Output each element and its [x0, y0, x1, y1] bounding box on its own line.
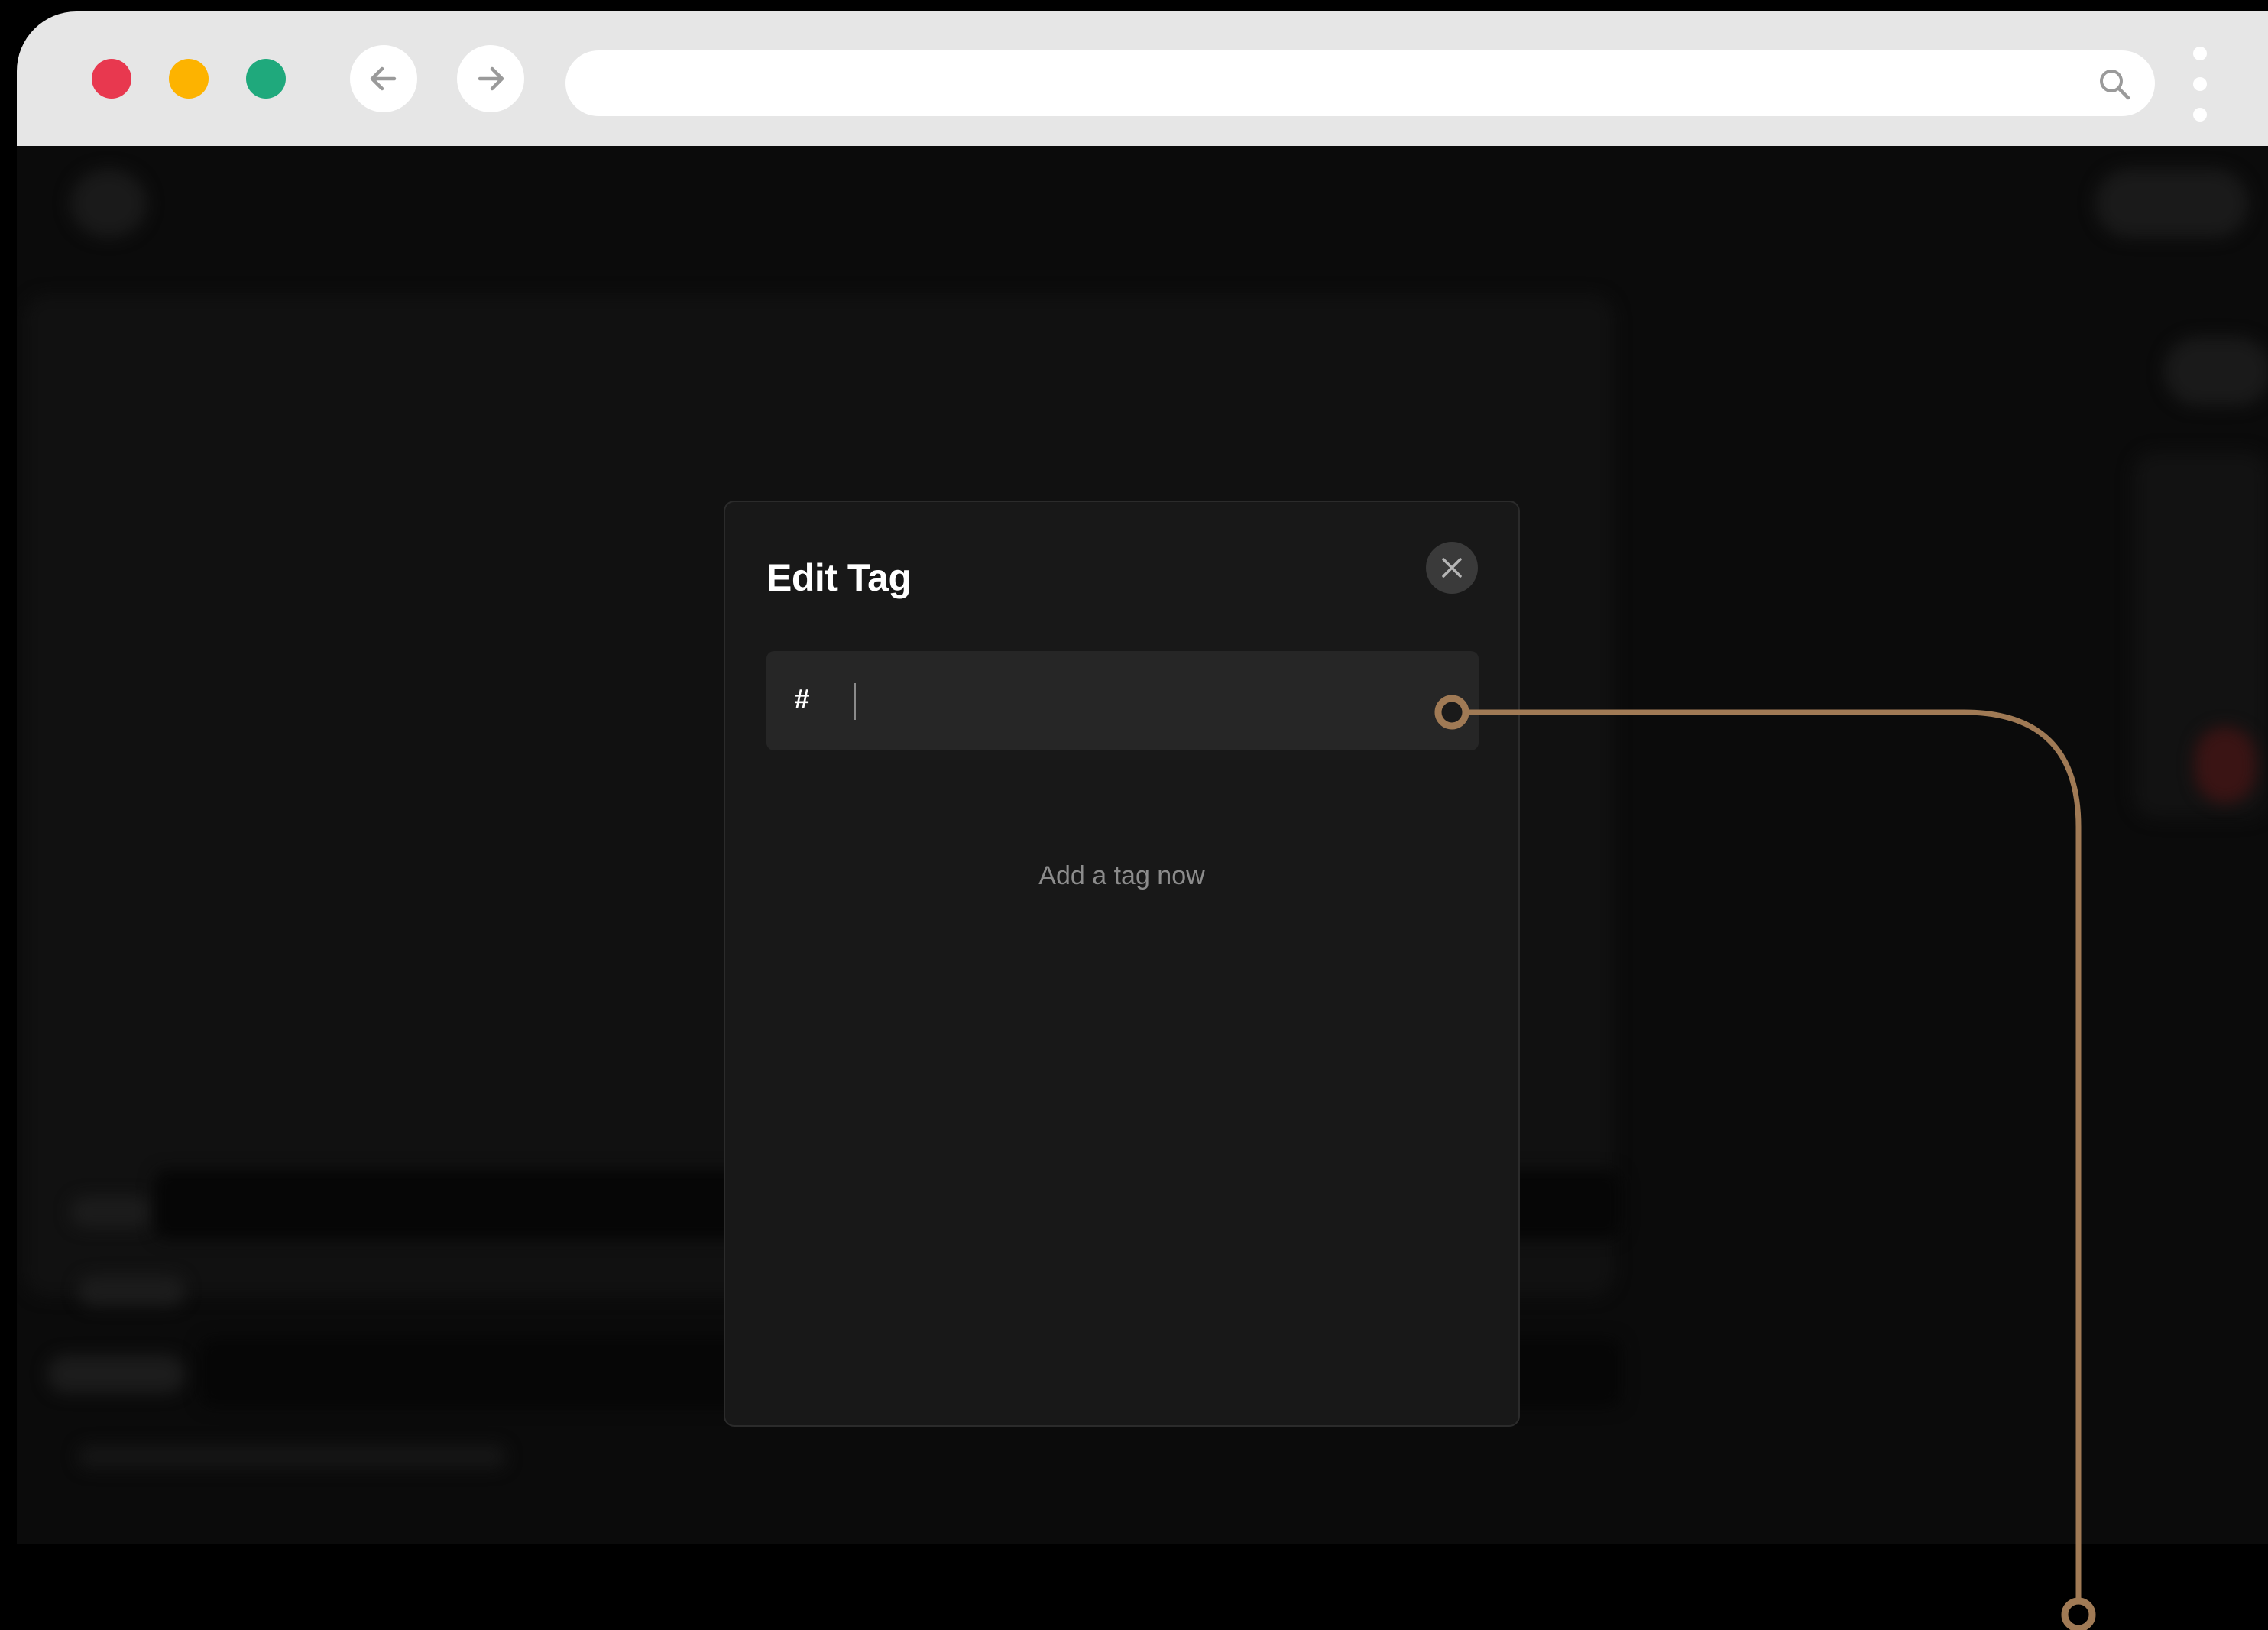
forward-button[interactable] [457, 45, 524, 112]
window-maximize-button[interactable] [246, 59, 286, 99]
address-bar[interactable] [565, 50, 2155, 116]
close-button[interactable] [1426, 542, 1478, 594]
screenshot-stage: Edit Tag # Add a tag now [0, 0, 2268, 1630]
blurred-label [78, 1275, 185, 1306]
window-minimize-button[interactable] [169, 59, 209, 99]
blurred-footer-text [78, 1445, 506, 1468]
edit-tag-dialog: Edit Tag # Add a tag now [724, 501, 1520, 1427]
browser-toolbar [17, 11, 2268, 146]
tag-input[interactable] [860, 651, 1456, 750]
annotation-anchor-end [2061, 1597, 2096, 1630]
address-input[interactable] [596, 50, 2071, 116]
hash-prefix: # [794, 683, 810, 715]
blurred-widget [2164, 337, 2268, 406]
blurred-avatar [2095, 169, 2248, 238]
search-icon[interactable] [2097, 66, 2132, 102]
browser-window: Edit Tag # Add a tag now [17, 11, 2268, 1544]
dialog-title: Edit Tag [766, 556, 912, 599]
blurred-label [47, 1355, 185, 1393]
tag-input-field[interactable]: # [766, 651, 1479, 750]
blurred-avatar [70, 169, 147, 238]
blurred-accent [2195, 727, 2256, 803]
text-cursor [854, 683, 856, 720]
more-vertical-icon[interactable] [2184, 47, 2215, 131]
close-icon [1442, 558, 1462, 578]
empty-state-message: Add a tag now [1038, 861, 1205, 890]
back-button[interactable] [350, 45, 417, 112]
window-close-button[interactable] [92, 59, 131, 99]
forward-arrow-icon [478, 66, 504, 91]
blurred-label [70, 1197, 154, 1227]
back-arrow-icon [370, 66, 397, 91]
